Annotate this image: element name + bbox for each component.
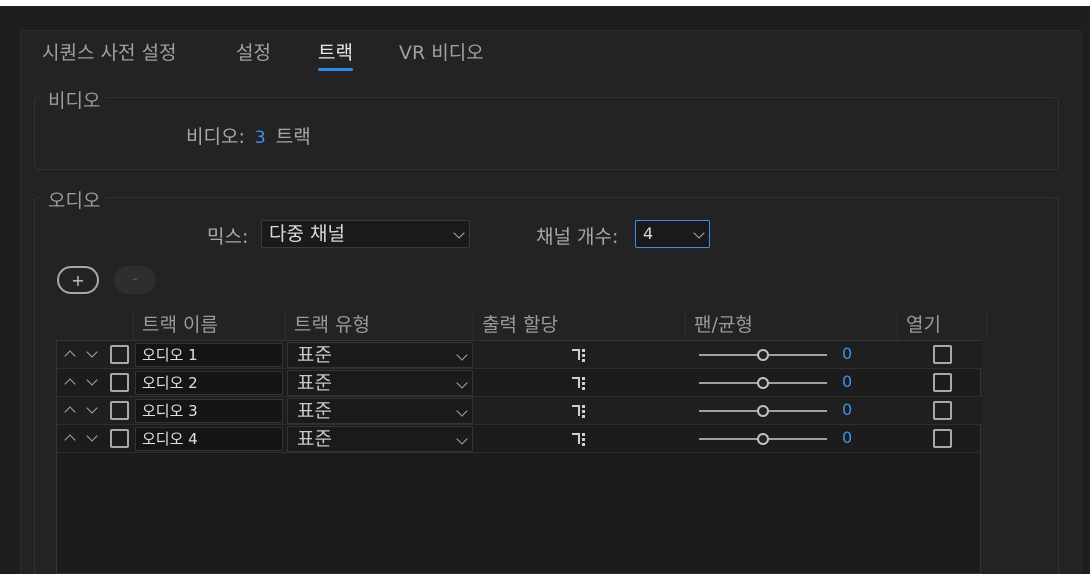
- pan-slider-knob[interactable]: [757, 349, 769, 361]
- pan-slider-knob[interactable]: [757, 377, 769, 389]
- pan-slider-knob[interactable]: [757, 405, 769, 417]
- video-tracks-label: 비디오: 3 트랙: [186, 122, 311, 149]
- add-track-button[interactable]: +: [57, 266, 99, 294]
- pan-slider[interactable]: [699, 349, 827, 361]
- table-row: 오디오 3 표준 0: [57, 397, 982, 425]
- track-type-value: 표준: [297, 400, 332, 422]
- track-list: 오디오 1 표준 0 오디오 2 표준 0 오디오 3 표준 0 오디오 4 표…: [56, 340, 982, 574]
- video-track-count[interactable]: 3: [251, 128, 270, 148]
- track-name-field[interactable]: 오디오 1: [135, 343, 283, 367]
- mix-value: 다중 채널: [269, 223, 345, 245]
- track-name-field[interactable]: 오디오 4: [135, 427, 283, 451]
- track-name-field[interactable]: 오디오 2: [135, 371, 283, 395]
- header-pan-balance: 팬/균형: [685, 312, 897, 340]
- pan-value[interactable]: 0: [842, 400, 852, 419]
- track-select-checkbox[interactable]: [110, 429, 129, 448]
- chevron-down-icon[interactable]: [85, 347, 99, 361]
- video-label: 비디오:: [186, 126, 245, 148]
- track-select-checkbox[interactable]: [110, 401, 129, 420]
- chevron-down-icon: [456, 433, 468, 445]
- routing-icon[interactable]: [571, 403, 591, 419]
- routing-icon[interactable]: [571, 347, 591, 363]
- remove-track-button[interactable]: -: [114, 266, 156, 294]
- track-type-select[interactable]: 표준: [287, 426, 473, 452]
- header-track-type: 트랙 유형: [285, 312, 473, 340]
- channel-count-select[interactable]: 4: [635, 220, 710, 248]
- tab-sequence-presets[interactable]: 시퀀스 사전 설정: [42, 38, 176, 65]
- tab-tracks[interactable]: 트랙: [318, 38, 353, 71]
- routing-icon[interactable]: [571, 431, 591, 447]
- track-type-select[interactable]: 표준: [287, 370, 473, 396]
- chevron-down-icon: [456, 405, 468, 417]
- tab-vr-video[interactable]: VR 비디오: [399, 38, 484, 65]
- channel-count-label: 채널 개수:: [536, 226, 619, 248]
- pan-slider[interactable]: [699, 377, 827, 389]
- chevron-up-icon[interactable]: [63, 375, 77, 389]
- open-checkbox[interactable]: [933, 429, 952, 448]
- chevron-down-icon: [456, 377, 468, 389]
- track-select-checkbox[interactable]: [110, 345, 129, 364]
- mix-label: 믹스:: [207, 226, 249, 248]
- chevron-up-icon[interactable]: [63, 431, 77, 445]
- pan-slider[interactable]: [699, 433, 827, 445]
- tab-settings[interactable]: 설정: [236, 38, 271, 65]
- open-checkbox[interactable]: [933, 345, 952, 364]
- chevron-down-icon[interactable]: [85, 431, 99, 445]
- track-type-select[interactable]: 표준: [287, 342, 473, 368]
- top-strip: [0, 0, 1090, 6]
- open-checkbox[interactable]: [933, 401, 952, 420]
- track-type-value: 표준: [297, 344, 332, 366]
- track-type-value: 표준: [297, 428, 332, 450]
- channel-count-value: 4: [643, 224, 654, 243]
- open-checkbox[interactable]: [933, 373, 952, 392]
- video-unit: 트랙: [275, 126, 311, 148]
- audio-group-label: 오디오: [42, 186, 107, 213]
- pan-value[interactable]: 0: [842, 344, 852, 363]
- track-type-select[interactable]: 표준: [287, 398, 473, 424]
- chevron-down-icon: [693, 227, 705, 239]
- chevron-down-icon[interactable]: [85, 375, 99, 389]
- chevron-down-icon: [456, 349, 468, 361]
- pan-value[interactable]: 0: [842, 428, 852, 447]
- chevron-down-icon: [453, 227, 465, 239]
- table-row: 오디오 2 표준 0: [57, 369, 982, 397]
- audio-track-table: 트랙 이름 트랙 유형 출력 할당 팬/균형 열기 오디오 1 표준 0 오디오…: [56, 312, 1001, 574]
- table-row: 오디오 4 표준 0: [57, 425, 982, 453]
- header-output-assignment: 출력 할당: [473, 312, 685, 340]
- pan-slider[interactable]: [699, 405, 827, 417]
- header-open: 열기: [897, 312, 987, 340]
- track-name-field[interactable]: 오디오 3: [135, 399, 283, 423]
- table-row: 오디오 1 표준 0: [57, 341, 982, 369]
- pan-value[interactable]: 0: [842, 372, 852, 391]
- pan-slider-knob[interactable]: [757, 433, 769, 445]
- track-type-value: 표준: [297, 372, 332, 394]
- chevron-down-icon[interactable]: [85, 403, 99, 417]
- track-select-checkbox[interactable]: [110, 373, 129, 392]
- chevron-up-icon[interactable]: [63, 347, 77, 361]
- routing-icon[interactable]: [571, 375, 591, 391]
- mix-select[interactable]: 다중 채널: [261, 220, 470, 248]
- video-group-label: 비디오: [42, 86, 107, 113]
- header-track-name: 트랙 이름: [133, 312, 285, 340]
- chevron-up-icon[interactable]: [63, 403, 77, 417]
